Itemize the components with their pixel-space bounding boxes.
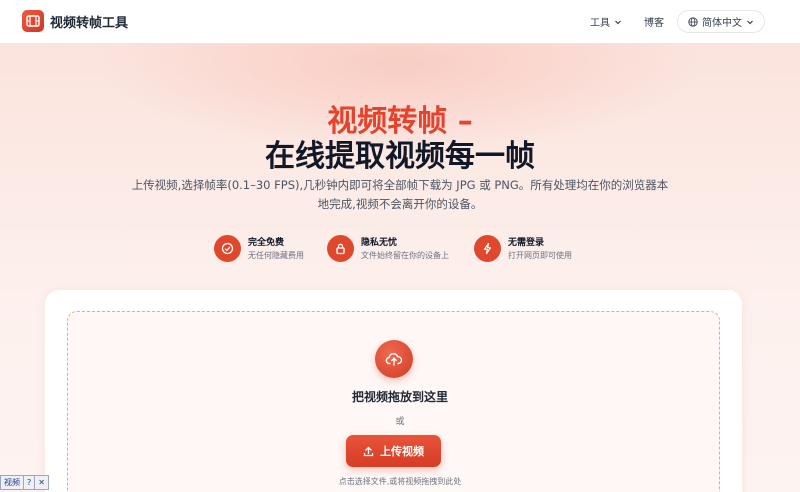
cloud-upload-icon (375, 340, 413, 378)
chevron-down-icon (747, 20, 753, 24)
lock-icon (327, 234, 354, 262)
check-circle-icon (214, 234, 241, 262)
feature-title: 隐私无忧 (361, 238, 398, 248)
language-selector[interactable]: 简体中文 (677, 10, 765, 33)
globe-icon (688, 16, 698, 27)
film-logo-icon[interactable] (22, 10, 44, 32)
or-separator: 或 (395, 417, 405, 427)
top-navbar: 视频转帧工具 工具 博客 简体中文 (0, 0, 800, 44)
hero-title-main: 在线提取视频每一帧 (265, 139, 535, 174)
feature-no-login: 无需登录 打开网页即可使用 (474, 234, 572, 262)
upload-hint: 点击选择文件,或将视频拖拽到此处 (338, 477, 462, 486)
upload-icon (363, 446, 374, 456)
ime-toolbar: 视频 ? ✕ (0, 475, 49, 490)
lightning-icon (474, 234, 501, 262)
feature-privacy: 隐私无忧 文件始终留在你的设备上 (327, 234, 449, 262)
nav-blog-link[interactable]: 博客 (644, 14, 664, 29)
chevron-down-icon (615, 20, 621, 24)
brand-name[interactable]: 视频转帧工具 (50, 12, 128, 31)
feature-subtitle: 打开网页即可使用 (508, 251, 572, 260)
feature-title: 无需登录 (508, 238, 545, 248)
upload-video-button[interactable]: 上传视频 (346, 435, 441, 467)
upload-button-label: 上传视频 (380, 446, 424, 458)
feature-free: 完全免费 无任何隐藏费用 (214, 234, 304, 262)
nav-tools-label: 工具 (590, 18, 610, 29)
drop-title: 把视频拖放到这里 (351, 390, 448, 404)
ime-label[interactable]: 视频 (1, 476, 24, 489)
feature-title: 完全免费 (248, 238, 285, 248)
nav-tools-menu[interactable]: 工具 (590, 14, 622, 29)
feature-subtitle: 无任何隐藏费用 (248, 251, 304, 260)
ime-help-icon[interactable]: ? (24, 476, 36, 489)
hero-description: 上传视频,选择帧率(0.1–30 FPS),几秒钟内即可将全部帧下载为 JPG … (131, 178, 669, 211)
language-label: 简体中文 (702, 18, 742, 29)
feature-subtitle: 文件始终留在你的设备上 (361, 251, 449, 260)
ime-close-icon[interactable]: ✕ (35, 476, 48, 489)
